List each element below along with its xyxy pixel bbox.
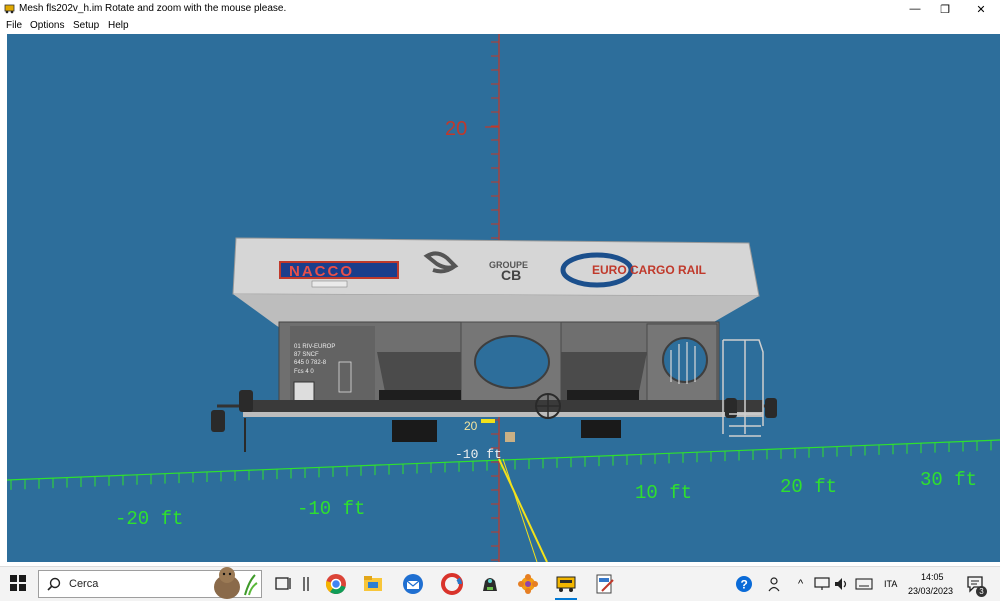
ground-label-minus10: -10 ft — [297, 498, 365, 520]
window-title: Mesh fls202v_h.im — [19, 3, 103, 14]
volume-icon[interactable] — [834, 577, 850, 591]
small-label-minus10: -10 ft — [455, 447, 502, 462]
svg-text:CB: CB — [501, 267, 521, 283]
task-view-icon[interactable] — [272, 573, 294, 595]
thunderbird-icon[interactable] — [402, 573, 424, 595]
svg-text:?: ? — [741, 578, 748, 592]
title-bar: Mesh fls202v_h.im Rotate and zoom with t… — [0, 0, 1000, 18]
search-highlight-otter-icon — [214, 567, 258, 599]
marking-line-1: 01 RIV-EUROP — [294, 344, 335, 350]
menu-options[interactable]: Options — [30, 20, 64, 31]
help-icon[interactable]: ? — [735, 575, 753, 593]
vertical-tick-label: 20 — [445, 118, 467, 140]
chevron-up-icon[interactable]: ^ — [798, 578, 803, 590]
mesh-scene[interactable]: 20 -20 ft -10 ft 10 ft 20 ft 30 ft 20 -1… — [7, 34, 1000, 562]
mesh-viewer-app-icon[interactable] — [555, 573, 577, 595]
minimize-button[interactable]: — — [898, 0, 932, 18]
menu-bar: File Options Setup Help — [0, 18, 1000, 34]
language-indicator[interactable]: ITA — [884, 579, 897, 589]
minimize-icon: — — [909, 3, 921, 15]
taskbar-search[interactable]: Cerca — [38, 567, 262, 599]
mesh-viewport[interactable]: 20 -20 ft -10 ft 10 ft 20 ft 30 ft 20 -1… — [7, 34, 1000, 562]
marking-line-2: 87 SNCF — [294, 352, 319, 358]
notification-count-badge: 3 — [976, 586, 987, 597]
taskbar: Cerca ? ^ ITA 14:05 23/03/2023 3 — [0, 566, 1000, 601]
close-icon: ✕ — [976, 3, 986, 16]
menu-file[interactable]: File — [6, 20, 22, 31]
ground-label-20: 20 ft — [780, 476, 837, 498]
windows-start-icon[interactable] — [10, 575, 26, 591]
widgets-icon[interactable] — [296, 573, 318, 595]
marking-line-4: Fcs 4 0 — [294, 369, 314, 375]
close-button[interactable]: ✕ — [964, 0, 998, 18]
restore-icon: ❐ — [940, 3, 950, 16]
keyboard-icon[interactable] — [855, 578, 873, 590]
restore-button[interactable]: ❐ — [928, 0, 962, 18]
menu-setup[interactable]: Setup — [73, 20, 99, 31]
search-placeholder: Cerca — [69, 578, 99, 590]
svg-text:EURO CARGO RAIL: EURO CARGO RAIL — [592, 263, 706, 277]
clock-time[interactable]: 14:05 — [921, 572, 944, 582]
small-label-20: 20 — [464, 419, 478, 433]
svg-text:NACCO: NACCO — [289, 263, 354, 280]
clock-date[interactable]: 23/03/2023 — [908, 586, 953, 596]
editor-app-icon[interactable] — [594, 573, 616, 595]
window-hint: Rotate and zoom with the mouse please. — [105, 3, 287, 14]
ground-label-minus20: -20 ft — [115, 508, 183, 530]
search-icon — [47, 577, 61, 591]
bogie-left — [392, 420, 437, 442]
people-icon[interactable] — [768, 576, 784, 592]
paint-shop-icon[interactable] — [517, 573, 539, 595]
menu-help[interactable]: Help — [108, 20, 129, 31]
network-icon[interactable] — [814, 577, 830, 591]
steam-train-app-icon[interactable] — [479, 573, 501, 595]
chrome-icon[interactable] — [325, 573, 347, 595]
bogie-right — [581, 420, 621, 438]
ground-label-10: 10 ft — [635, 482, 692, 504]
file-explorer-icon[interactable] — [362, 573, 384, 595]
ccleaner-icon[interactable] — [441, 573, 463, 595]
app-icon — [4, 4, 15, 14]
marking-line-3: 645 0 782-8 — [294, 360, 327, 366]
ground-label-30: 30 ft — [920, 469, 977, 491]
